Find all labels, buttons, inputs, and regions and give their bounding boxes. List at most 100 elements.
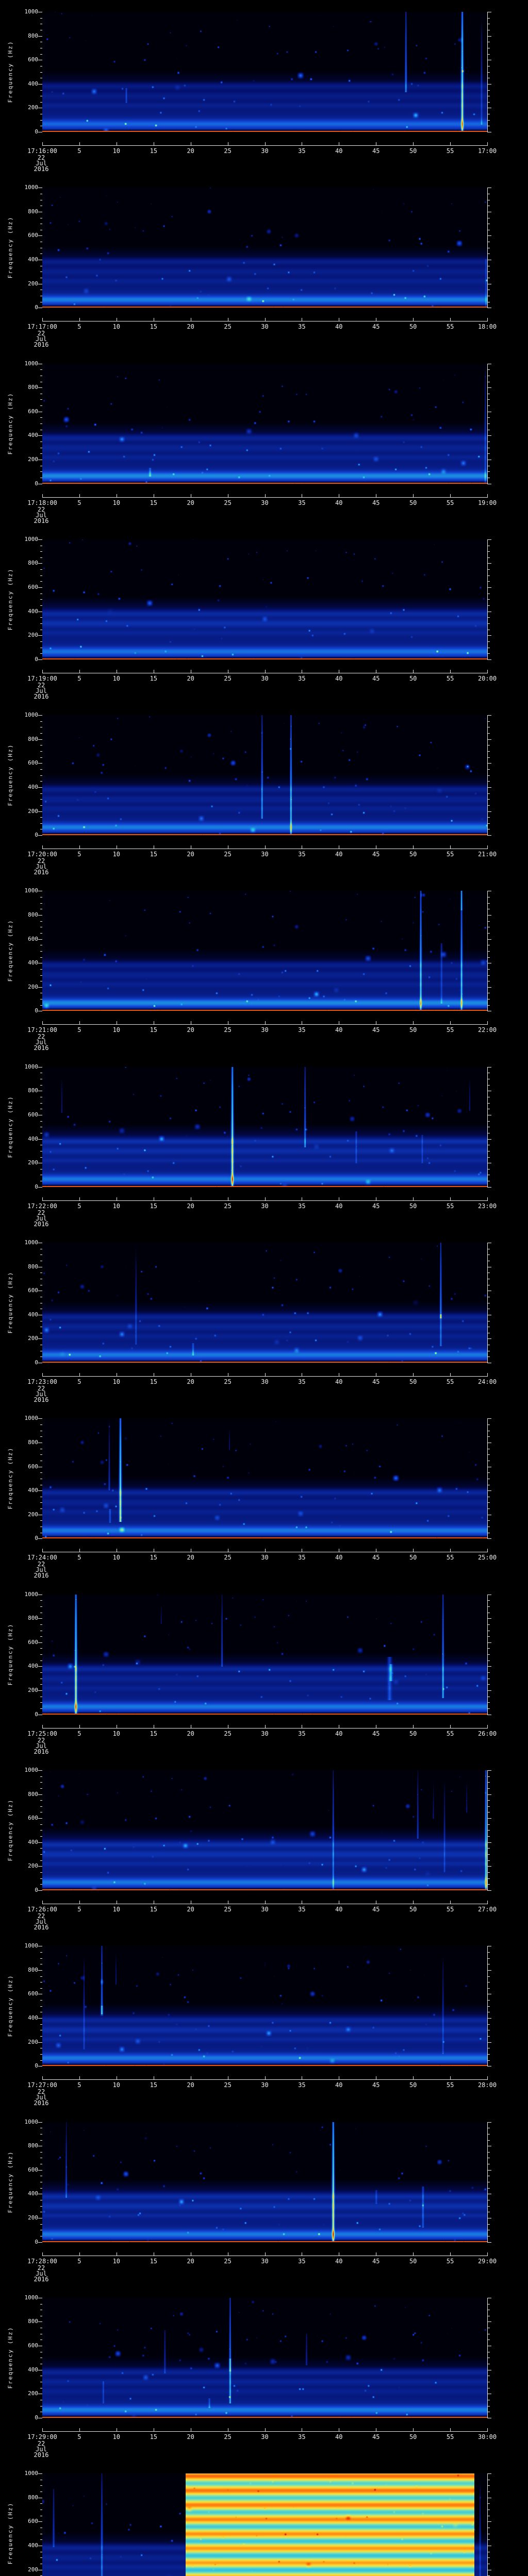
y-tick <box>38 1890 42 1891</box>
x-axis-line <box>42 1024 488 1025</box>
right-axis-tick <box>488 2018 491 2019</box>
x-tick-label: 45 <box>372 2081 380 2089</box>
y-minor-tick <box>40 101 42 103</box>
x-axis-tick <box>487 1549 488 1552</box>
date-line: 2016 <box>34 869 49 876</box>
y-tick-label: 0 <box>35 1183 38 1190</box>
right-axis-tick <box>488 1824 490 1825</box>
y-tick-label: 200 <box>28 2038 38 2045</box>
y-tick-label: 200 <box>28 1687 38 1694</box>
right-axis-tick <box>488 1770 491 1771</box>
x-tick-label: 35 <box>298 323 306 331</box>
x-tick-label: 5 <box>77 147 81 155</box>
y-tick-label: 0 <box>35 655 38 663</box>
y-tick-label: 800 <box>28 735 38 742</box>
y-tick <box>38 2018 42 2019</box>
right-axis-tick <box>488 405 490 406</box>
y-tick-label: 400 <box>28 1838 38 1845</box>
y-minor-tick <box>40 799 42 800</box>
right-axis-tick <box>488 1502 490 1503</box>
y-tick-label: 1000 <box>24 1942 39 1950</box>
right-axis-tick <box>488 1806 490 1807</box>
date-line: 2016 <box>34 1396 49 1404</box>
y-tick-label: 400 <box>28 2366 38 2373</box>
x-axis-tick <box>413 669 414 673</box>
x-tick-label: 25 <box>224 1905 232 1913</box>
start-time-label: 17:16:00 <box>27 147 57 155</box>
x-tick-label: 20 <box>187 1554 194 1562</box>
y-minor-tick <box>40 817 42 818</box>
right-axis-tick <box>488 957 490 958</box>
x-axis-tick <box>42 1724 43 1728</box>
x-tick-label: 10 <box>112 1730 121 1737</box>
x-tick-label: 25 <box>224 2433 232 2441</box>
right-axis-tick <box>488 399 490 400</box>
right-axis-tick <box>488 951 490 952</box>
y-minor-tick <box>40 1121 42 1122</box>
y-minor-tick <box>40 557 42 558</box>
spectrogram-canvas <box>42 891 487 1011</box>
y-tick <box>38 1666 42 1667</box>
spectrogram-panel: Frequency (Hz) 0200400600800100051015202… <box>0 1934 528 2110</box>
right-axis-tick <box>488 2539 490 2540</box>
y-tick-label: 400 <box>28 1663 38 1670</box>
x-tick-label: 35 <box>298 1202 306 1210</box>
x-tick-label: 25 <box>224 2081 232 2089</box>
x-tick-label: 20 <box>187 1905 194 1913</box>
x-tick-label: 5 <box>77 1554 81 1562</box>
y-tick-label: 200 <box>28 632 38 639</box>
x-axis-tick <box>42 318 43 321</box>
x-tick-label: 30 <box>261 1905 269 1913</box>
x-tick-label: 25 <box>224 1554 232 1562</box>
y-minor-tick <box>40 1636 42 1637</box>
y-tick <box>38 1618 42 1619</box>
start-time-label: 17:26:00 <box>27 1905 57 1913</box>
x-tick-label: 30 <box>261 674 269 682</box>
x-axis-tick <box>487 142 488 145</box>
y-tick-label: 600 <box>28 1815 38 1822</box>
end-time-label: 20:00 <box>477 674 497 682</box>
x-tick-label: 55 <box>446 851 454 858</box>
y-tick-label: 0 <box>35 1535 38 1542</box>
y-minor-tick <box>40 2060 42 2061</box>
right-axis-tick <box>488 769 490 770</box>
y-tick-label: 0 <box>35 1886 38 1893</box>
x-axis-tick <box>79 1197 80 1200</box>
end-time-label: 30:00 <box>477 2433 497 2441</box>
x-tick-label: 10 <box>112 147 121 155</box>
y-minor-tick <box>40 1436 42 1437</box>
right-axis-tick <box>488 939 491 940</box>
start-time-label: 17:28:00 <box>27 2257 57 2265</box>
x-tick-label: 15 <box>150 1554 158 1562</box>
end-time-label: 26:00 <box>477 1730 497 1737</box>
y-minor-tick <box>40 72 42 73</box>
y-minor-tick <box>40 1502 42 1503</box>
y-tick-label: 200 <box>28 1862 38 1870</box>
x-axis-tick <box>450 2428 451 2431</box>
x-tick-label: 15 <box>150 2081 158 2089</box>
right-axis-tick <box>488 2024 490 2025</box>
x-axis-tick <box>79 1724 80 1728</box>
y-tick <box>38 635 42 636</box>
right-axis-tick <box>488 1139 491 1140</box>
x-tick-label: 50 <box>409 1202 417 1210</box>
spectrogram-panel: Frequency (Hz) 0200400600800100051015202… <box>0 2462 528 2576</box>
right-axis-tick <box>488 2036 490 2037</box>
right-axis-tick <box>488 54 490 55</box>
x-axis-tick <box>42 2428 43 2431</box>
y-tick-label: 400 <box>28 2541 38 2549</box>
end-time-label: 23:00 <box>477 1202 497 1210</box>
x-tick-label: 25 <box>224 499 232 506</box>
y-minor-tick <box>40 1860 42 1861</box>
x-tick-label: 20 <box>187 1730 194 1737</box>
x-axis-tick <box>265 669 266 673</box>
y-tick-label: 200 <box>28 2214 38 2221</box>
x-axis-tick <box>487 1373 488 1377</box>
x-axis-line <box>42 145 488 146</box>
spectrogram-panel: Frequency (Hz) 0200400600800100051015202… <box>0 1583 528 1758</box>
y-tick-label: 600 <box>28 408 38 415</box>
y-tick-label: 600 <box>28 56 38 63</box>
right-axis-tick <box>488 1830 490 1831</box>
right-axis-tick <box>488 1842 491 1843</box>
right-axis-tick <box>488 1684 490 1685</box>
